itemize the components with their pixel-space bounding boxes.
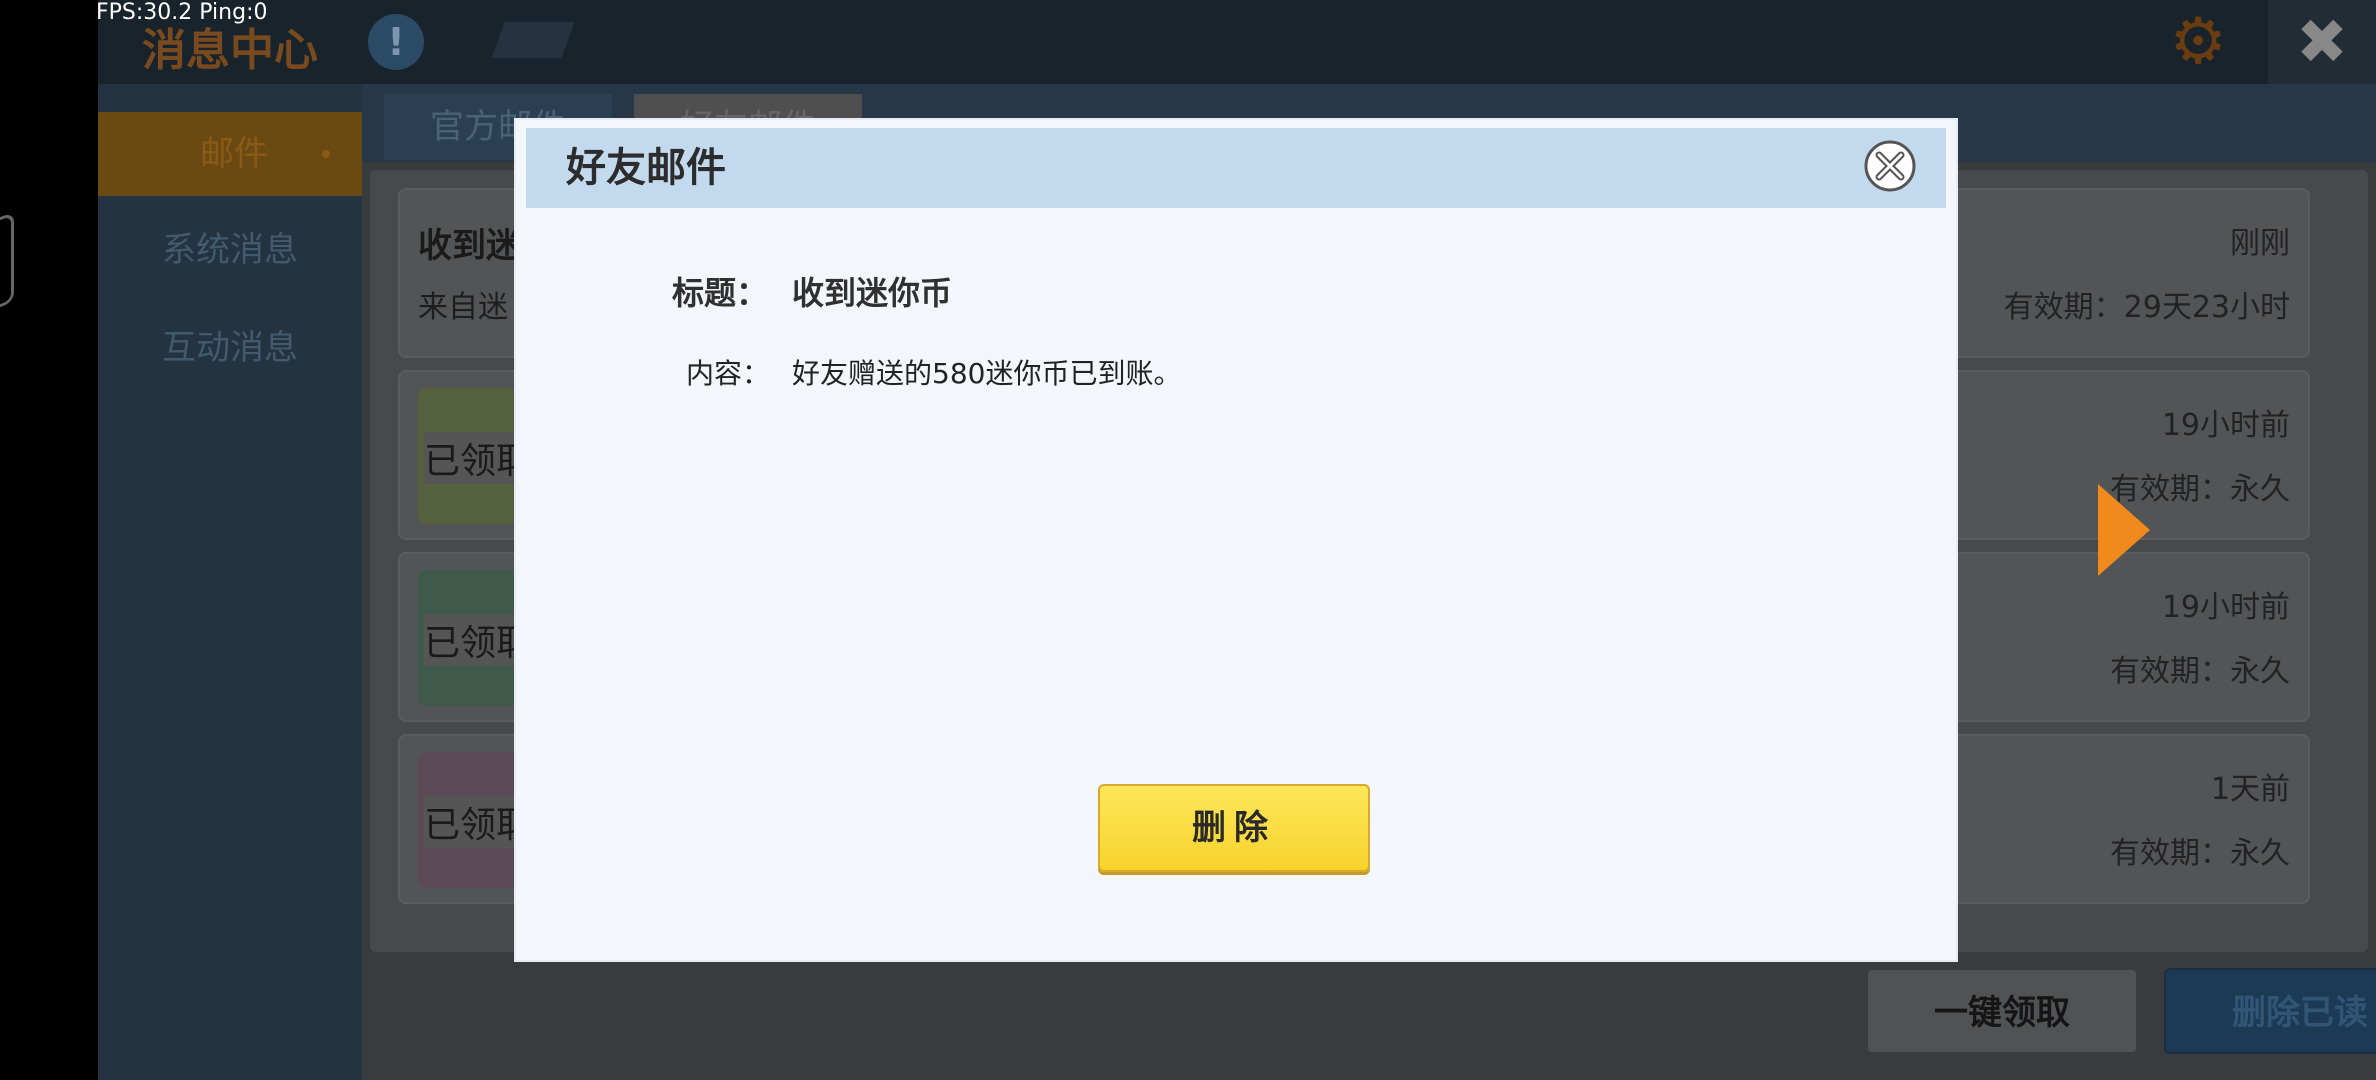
mail-subject: 标题： 收到迷你币 xyxy=(672,268,952,314)
dialog-header: 好友邮件 xyxy=(526,128,1946,208)
content-label: 内容： xyxy=(686,357,771,390)
mail-time: 刚刚 xyxy=(2230,226,2290,261)
sidebar: 邮件 系统消息 互动消息 xyxy=(98,84,370,1080)
delete-read-button[interactable]: 删除已读 xyxy=(2164,968,2376,1054)
mail-thumbnail: 已领取 xyxy=(418,388,518,524)
sidebar-item-system[interactable]: 系统消息 xyxy=(98,208,362,292)
dialog-title: 好友邮件 xyxy=(566,145,726,191)
mail-time: 19小时前 xyxy=(2161,408,2290,443)
mail-expire: 有效期：永久 xyxy=(2110,654,2290,689)
sidebar-item-label: 互动消息 xyxy=(162,328,298,368)
close-icon[interactable] xyxy=(1864,140,1916,192)
device-notch xyxy=(0,211,14,319)
mail-expire: 有效期：永久 xyxy=(2110,836,2290,871)
sidebar-item-interaction[interactable]: 互动消息 xyxy=(98,306,362,390)
claim-all-button[interactable]: 一键领取 xyxy=(1866,968,2138,1054)
mail-time: 19小时前 xyxy=(2161,590,2290,625)
fps-readout: FPS:30.2 Ping:0 xyxy=(96,0,268,25)
arrow-right-icon[interactable] xyxy=(2098,484,2150,576)
info-icon[interactable]: ! xyxy=(368,14,424,70)
sidebar-item-label: 邮件 xyxy=(200,134,268,174)
header-bar: 消息中心 ! ⚙ ✖ xyxy=(98,0,2376,84)
delete-button[interactable]: 删除 xyxy=(1098,784,1370,872)
mail-thumbnail: 已领取 xyxy=(418,570,518,706)
sidebar-item-label: 系统消息 xyxy=(162,230,298,270)
mail-title: 收到迷 xyxy=(418,226,520,266)
sidebar-dot xyxy=(322,150,330,158)
subject-value: 收到迷你币 xyxy=(792,274,953,312)
mail-from: 来自迷 xyxy=(418,290,508,325)
subject-label: 标题： xyxy=(672,274,769,312)
close-icon[interactable]: ✖ xyxy=(2268,0,2376,84)
header-decoration xyxy=(491,22,575,58)
mail-expire: 有效期：29天23小时 xyxy=(2003,290,2290,325)
mail-body: 内容： 好友赠送的580迷你币已到账。 xyxy=(686,352,1181,392)
mail-thumbnail: 已领取 xyxy=(418,752,518,888)
claimed-stamp: 已领取 xyxy=(424,796,518,848)
gear-icon[interactable]: ⚙ xyxy=(2164,8,2232,76)
device-left-edge xyxy=(0,0,98,1080)
friend-mail-dialog: 好友邮件 标题： 收到迷你币 内容： 好友赠送的580迷你币已到账。 删除 xyxy=(516,120,1956,960)
content-value: 好友赠送的580迷你币已到账。 xyxy=(792,357,1182,390)
mail-time: 1天前 xyxy=(2210,772,2290,807)
claimed-stamp: 已领取 xyxy=(424,432,518,484)
claimed-stamp: 已领取 xyxy=(424,614,518,666)
sidebar-item-mail[interactable]: 邮件 xyxy=(98,112,370,196)
